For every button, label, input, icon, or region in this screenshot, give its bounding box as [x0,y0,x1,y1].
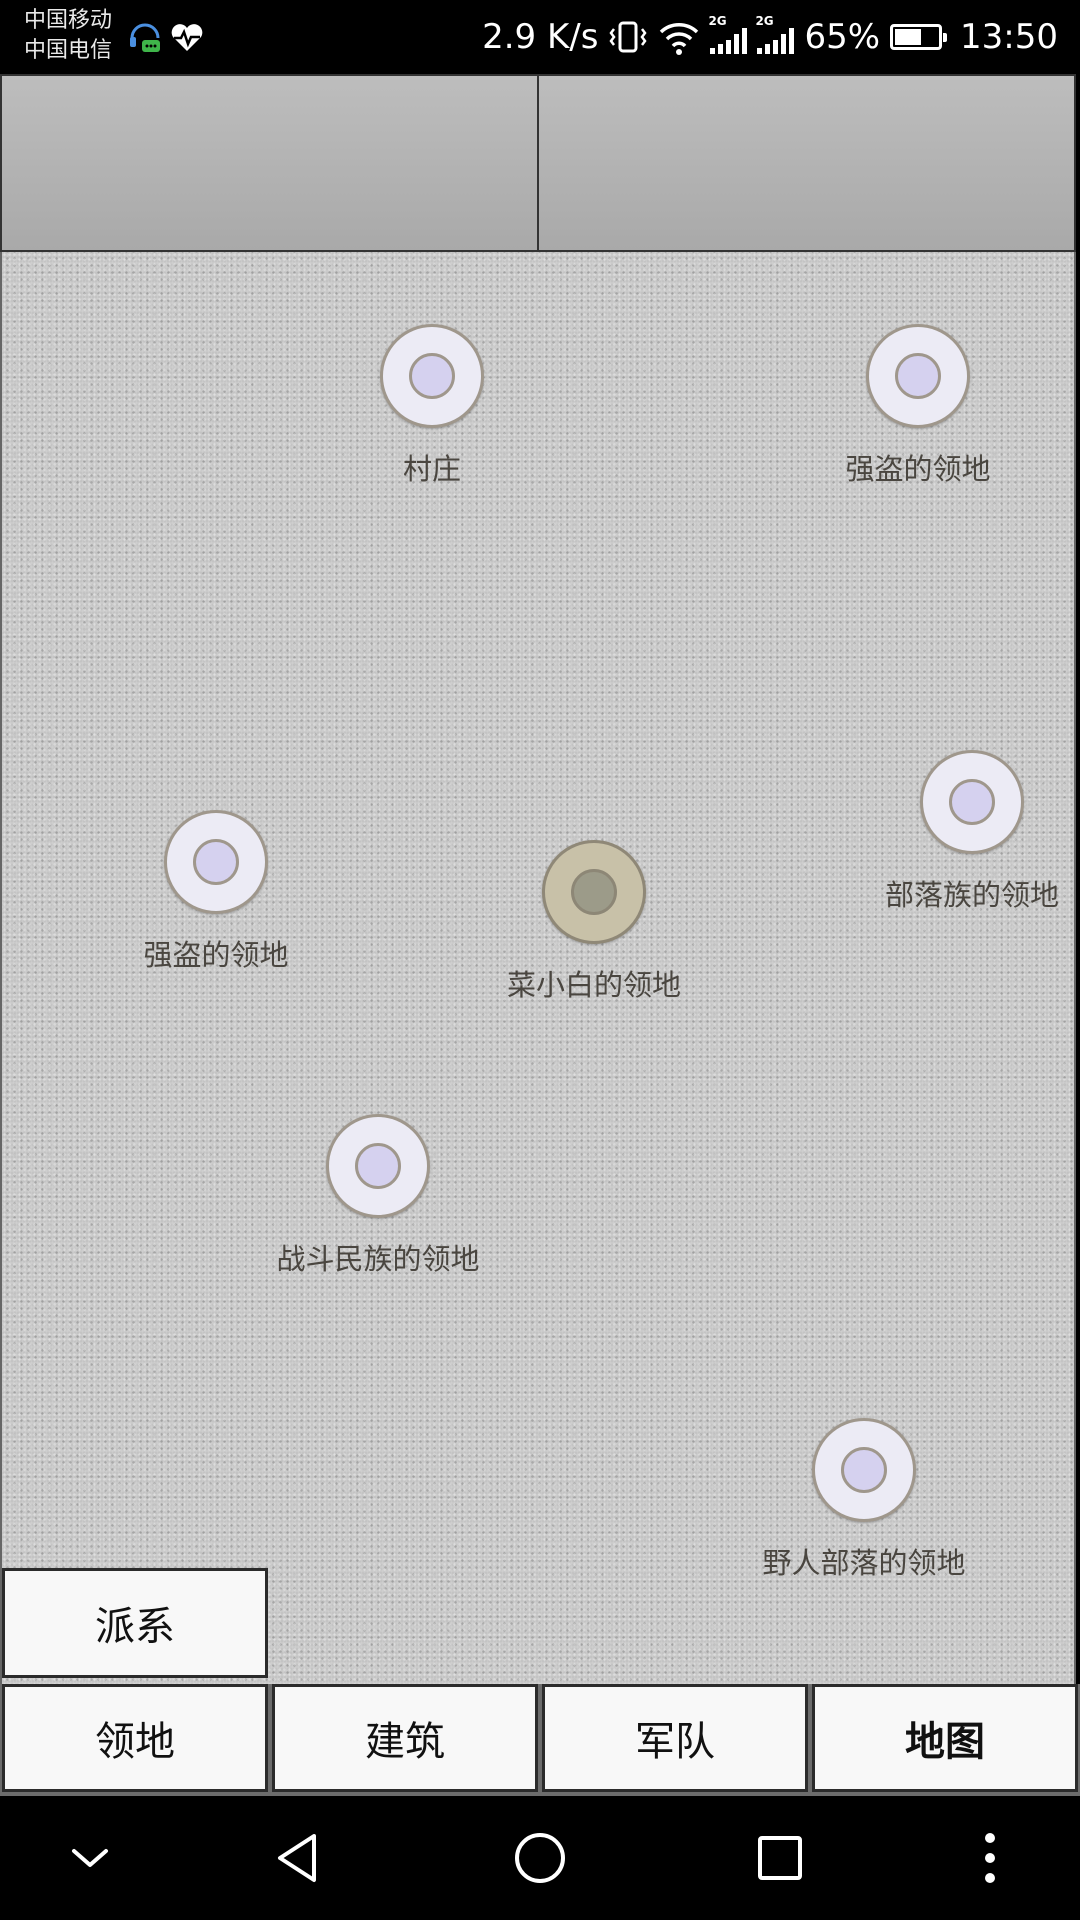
faction-button[interactable]: 派系 [2,1568,268,1678]
heart-rate-icon [171,24,203,51]
headset-chat-icon [130,23,160,52]
vibrate-icon [609,21,647,53]
node-label: 战斗民族的领地 [276,1242,480,1276]
signal-2-tag: 2G [755,14,774,28]
node-marker [380,324,484,428]
battery-level [895,29,921,45]
recents-icon[interactable] [752,1830,808,1886]
tab-army[interactable]: 军队 [542,1684,808,1792]
home-icon[interactable] [512,1830,568,1886]
node-marker [812,1418,916,1522]
map-node-savage[interactable]: 野人部落的领地 [734,1418,994,1582]
node-marker [542,840,646,944]
node-label: 野人部落的领地 [762,1546,966,1580]
map-node-village[interactable]: 村庄 [302,324,562,488]
signal-icon: 2G [708,14,748,54]
map-node-bandit-2[interactable]: 强盗的领地 [86,810,346,974]
battery-icon [890,24,948,50]
more-icon[interactable] [962,1830,1018,1886]
navigation-bar [0,1796,1080,1920]
clock: 13:50 [960,17,1058,57]
wifi-icon [660,23,699,55]
status-indicators: 2.9 K/s 2G 2G 65% 13:50 [482,0,1058,74]
top-panel-right [537,76,1074,250]
back-icon[interactable] [270,1830,326,1886]
node-marker [164,810,268,914]
map-node-tribe[interactable]: 部落族的领地 [842,750,1080,914]
node-label: 菜小白的领地 [506,968,681,1002]
node-marker [326,1114,430,1218]
battery-percent: 65% [804,17,881,57]
tab-map[interactable]: 地图 [812,1684,1078,1792]
tab-buildings[interactable]: 建筑 [272,1684,538,1792]
carrier-1: 中国移动 [24,8,113,33]
carrier-2: 中国电信 [24,38,113,63]
node-marker [866,324,970,428]
net-speed: 2.9 K/s [482,17,599,57]
chevron-down-icon[interactable] [62,1830,118,1886]
node-label: 强盗的领地 [143,938,289,972]
world-map: 村庄 强盗的领地 部落族的领地 强盗的领地 菜小白的领地 战斗民族的领地 野人部… [0,252,1076,1684]
node-label: 强盗的领地 [845,452,991,486]
status-bar: 中国移动 中国电信 2.9 K/s 2G 2G 65% 13:50 [0,0,1080,74]
map-node-bandit[interactable]: 强盗的领地 [788,324,1048,488]
node-label: 村庄 [402,452,461,486]
node-label: 部落族的领地 [884,878,1059,912]
node-marker [920,750,1024,854]
signal-icon: 2G [755,14,795,54]
app-screen: 中国移动 中国电信 2.9 K/s 2G 2G 65% 13:50 村庄 强盗的… [0,0,1080,1920]
tab-territory[interactable]: 领地 [2,1684,268,1792]
signal-1-tag: 2G [708,14,727,28]
top-panels [0,74,1076,252]
map-node-self[interactable]: 菜小白的领地 [464,840,724,1004]
top-panel-left [2,76,537,250]
map-node-warrior[interactable]: 战斗民族的领地 [248,1114,508,1278]
bottom-tabs: 领地 建筑 军队 地图 [0,1684,1080,1796]
carrier-info: 中国移动 中国电信 [24,6,112,66]
